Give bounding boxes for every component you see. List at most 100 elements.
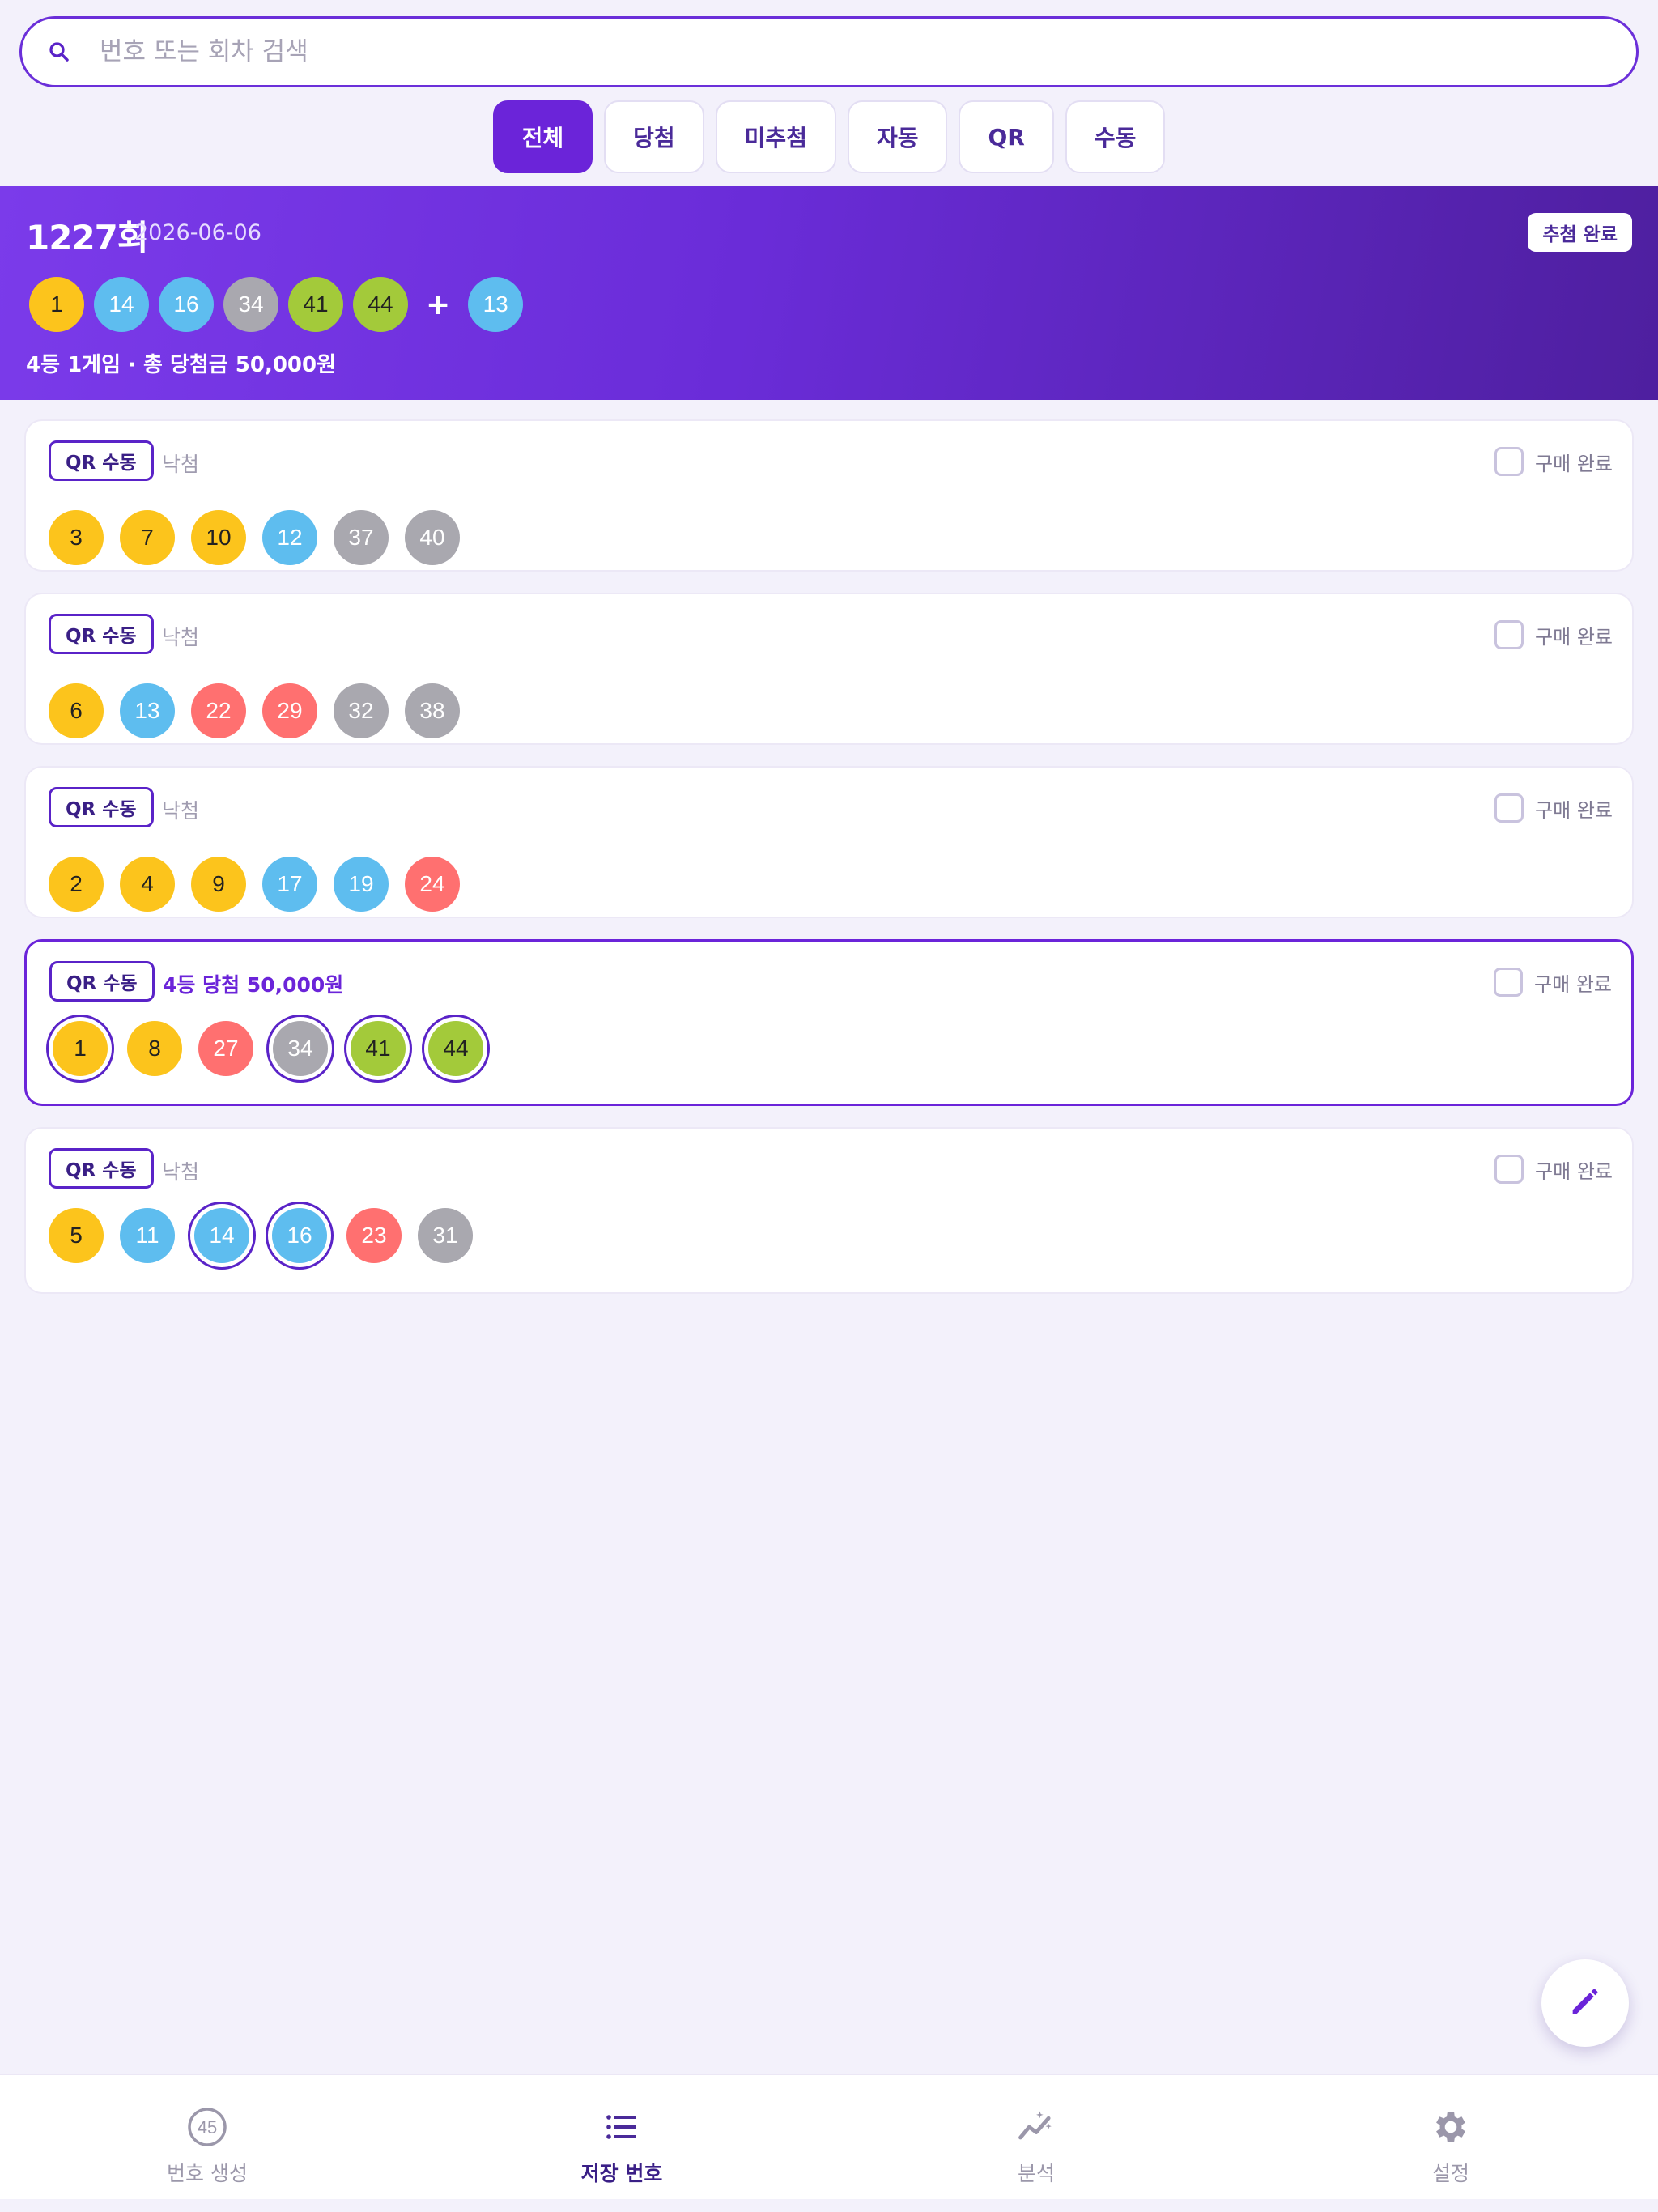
purchase-label: 구매 완료 [1535, 625, 1613, 649]
lotto-ball: 7 [120, 510, 175, 565]
ticket-type-tag: QR 수동 [49, 440, 154, 481]
app-root: 전체 당첨 미추첨 자동 QR 수동 1227회 2026-06-06 추첨 완… [0, 0, 1658, 2212]
ticket-type-tag: QR 수동 [49, 961, 155, 1002]
prize-summary: 4등 1게임 · 총 당첨금 50,000원 [26, 353, 337, 377]
ticket-numbers: 2 4 9 17 19 24 [49, 857, 460, 912]
filter-chip-auto[interactable]: 자동 [847, 100, 948, 173]
search-icon [41, 34, 77, 70]
lotto-ball: 3 [49, 510, 104, 565]
purchase-checkbox[interactable] [1494, 1155, 1524, 1184]
nav-label: 저장 번호 [580, 2162, 663, 2185]
lotto-ball: 41 [288, 277, 343, 332]
ticket-card[interactable]: QR 수동 낙첨 구매 완료 2 4 9 17 19 24 [24, 766, 1634, 918]
list-icon [599, 2104, 644, 2150]
lotto-ball: 14 [94, 277, 149, 332]
gear-icon [1428, 2104, 1473, 2150]
purchase-checkbox[interactable] [1494, 620, 1524, 649]
search-bar[interactable] [19, 16, 1639, 87]
lotto-ball: 9 [191, 857, 246, 912]
lotto-ball: 22 [191, 683, 246, 738]
circle-45-icon: 45 [185, 2104, 230, 2150]
ticket-result-status: 낙첨 [162, 453, 200, 476]
bonus-ball: 13 [468, 277, 524, 332]
nav-label: 번호 생성 [167, 2162, 248, 2185]
purchase-label: 구매 완료 [1535, 452, 1613, 475]
search-input[interactable] [100, 37, 1557, 66]
sparkle-chart-icon [1014, 2104, 1059, 2150]
pencil-icon [1567, 1983, 1604, 2023]
lotto-ball: 32 [334, 683, 389, 738]
purchase-complete-toggle[interactable]: 구매 완료 [1494, 447, 1613, 476]
purchase-label: 구매 완료 [1535, 798, 1613, 822]
filter-chip-undrawn[interactable]: 미추첨 [715, 100, 836, 173]
lotto-ball-matched: 1 [53, 1021, 108, 1076]
lotto-ball: 2 [49, 857, 104, 912]
filter-chip-all[interactable]: 전체 [492, 100, 593, 173]
ticket-numbers: 6 13 22 29 32 38 [49, 683, 460, 738]
svg-text:45: 45 [198, 2117, 217, 2138]
purchase-checkbox[interactable] [1494, 447, 1524, 476]
nav-settings[interactable]: 설정 [1244, 2075, 1658, 2199]
nav-generate-numbers[interactable]: 45 번호 생성 [0, 2075, 414, 2199]
ticket-type-tag: QR 수동 [49, 787, 154, 827]
nav-saved-numbers[interactable]: 저장 번호 [414, 2075, 829, 2199]
lotto-ball-matched: 14 [194, 1208, 249, 1263]
purchase-complete-toggle[interactable]: 구매 완료 [1494, 793, 1613, 823]
draw-result-banner: 1227회 2026-06-06 추첨 완료 1 14 16 34 41 44 +13 4등… [0, 186, 1658, 400]
lotto-ball: 1 [29, 277, 84, 332]
lotto-ball: 19 [334, 857, 389, 912]
filter-chip-manual[interactable]: 수동 [1065, 100, 1166, 173]
lotto-ball: 17 [262, 857, 317, 912]
ticket-numbers: 3 7 10 12 37 40 [49, 510, 460, 565]
ticket-numbers: 1 8 27 34 41 44 [49, 1021, 487, 1076]
nav-label: 설정 [1431, 2162, 1469, 2185]
bonus-plus-sign: + [426, 287, 451, 321]
filter-chip-won[interactable]: 당첨 [604, 100, 704, 173]
lotto-ball-matched: 44 [428, 1021, 483, 1076]
ticket-result-status: 낙첨 [162, 626, 200, 649]
lotto-ball: 44 [353, 277, 408, 332]
lotto-ball-matched: 16 [272, 1208, 327, 1263]
lotto-ball: 34 [223, 277, 278, 332]
ticket-card[interactable]: QR 수동 낙첨 구매 완료 6 13 22 29 32 38 [24, 593, 1634, 745]
lotto-ball: 38 [405, 683, 460, 738]
lotto-ball: 27 [198, 1021, 253, 1076]
purchase-label: 구매 완료 [1535, 1159, 1613, 1183]
purchase-complete-toggle[interactable]: 구매 완료 [1494, 968, 1612, 997]
lotto-ball: 37 [334, 510, 389, 565]
purchase-checkbox[interactable] [1494, 968, 1524, 997]
lotto-ball: 13 [120, 683, 175, 738]
purchase-label: 구매 완료 [1534, 972, 1612, 996]
filter-tabs: 전체 당첨 미추첨 자동 QR 수동 [0, 100, 1658, 173]
ticket-result-status: 낙첨 [162, 799, 200, 823]
ticket-type-tag: QR 수동 [49, 1148, 154, 1189]
lotto-ball: 11 [120, 1208, 175, 1263]
purchase-complete-toggle[interactable]: 구매 완료 [1494, 1155, 1613, 1184]
winning-numbers: 1 14 16 34 41 44 +13 [29, 277, 524, 332]
ticket-numbers: 5 11 14 16 23 31 [49, 1208, 473, 1263]
bottom-navigation: 45 번호 생성 저장 번호 분석 설정 [0, 2074, 1658, 2199]
ticket-result-status: 4등 당첨 50,000원 [163, 973, 344, 997]
lotto-ball: 24 [405, 857, 460, 912]
lotto-ball: 6 [49, 683, 104, 738]
draw-status-badge: 추첨 완료 [1528, 213, 1632, 252]
purchase-checkbox[interactable] [1494, 793, 1524, 823]
lotto-ball: 4 [120, 857, 175, 912]
lotto-ball: 12 [262, 510, 317, 565]
nav-analysis[interactable]: 분석 [829, 2075, 1244, 2199]
lotto-ball: 5 [49, 1208, 104, 1263]
ticket-result-status: 낙첨 [162, 1160, 200, 1184]
edit-fab-button[interactable] [1541, 1959, 1629, 2047]
lotto-ball: 16 [159, 277, 214, 332]
filter-chip-qr[interactable]: QR [959, 100, 1054, 173]
lotto-ball: 23 [346, 1208, 402, 1263]
ticket-card[interactable]: QR 수동 낙첨 구매 완료 5 11 14 16 23 31 [24, 1127, 1634, 1294]
ticket-card[interactable]: QR 수동 낙첨 구매 완료 3 7 10 12 37 40 [24, 419, 1634, 572]
lotto-ball-matched: 34 [273, 1021, 328, 1076]
lotto-ball: 10 [191, 510, 246, 565]
ticket-card[interactable]: QR 수동 4등 당첨 50,000원 구매 완료 1 8 27 34 41 44 [24, 939, 1634, 1106]
lotto-ball: 29 [262, 683, 317, 738]
lotto-ball: 40 [405, 510, 460, 565]
purchase-complete-toggle[interactable]: 구매 완료 [1494, 620, 1613, 649]
round-number: 1227회 [26, 218, 149, 257]
